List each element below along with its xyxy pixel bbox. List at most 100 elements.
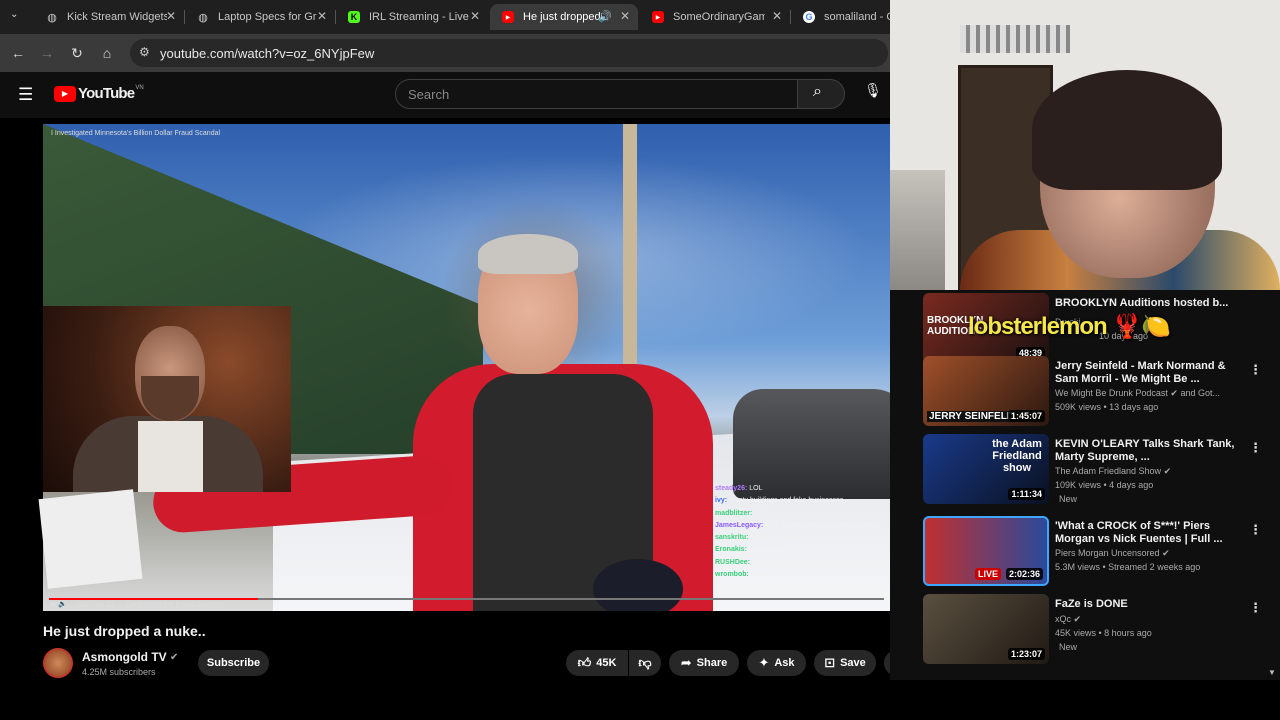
- microphone-icon[interactable]: 🎙: [863, 82, 883, 106]
- browser-tab-strip: ⌄ ◍ Kick Stream Widgets ✕ ◍ Laptop Specs…: [0, 0, 890, 34]
- youtube-wordmark: YouTube: [78, 85, 135, 102]
- video-thumbnail[interactable]: JERRY SEINFELD 1:45:07: [923, 356, 1049, 426]
- chat-text: empty buildings and fake businesses: [729, 497, 844, 505]
- shelf: [890, 170, 945, 290]
- browser-toolbar: ← → ↻ ⌂ ⚙ youtube.com/watch?v=oz_6NYjpFe…: [0, 34, 890, 72]
- new-badge: New: [1059, 642, 1078, 652]
- live-badge: LIVE: [975, 568, 1002, 580]
- chat-username[interactable]: Eronakis:: [715, 546, 749, 553]
- thumbnail-text: JERRY SEINFELD: [927, 411, 1017, 422]
- channel-name: We Might Be Drunk Podcast ✔ and Got...: [1055, 388, 1220, 398]
- tab-close-icon[interactable]: ✕: [620, 9, 630, 23]
- chat-username[interactable]: madblitzer:: [715, 510, 754, 517]
- ask-button[interactable]: ✦ Ask: [747, 650, 806, 676]
- tab-close-icon[interactable]: ✕: [317, 9, 327, 23]
- chat-username[interactable]: JamesLegacy:: [715, 522, 765, 529]
- chat-username[interactable]: ivy:: [715, 497, 729, 504]
- youtube-icon: ▶: [652, 11, 664, 23]
- video-meta: 45K views • 8 hours ago: [1055, 628, 1152, 638]
- tab-title: He just dropped: [523, 11, 601, 23]
- video-thumbnail[interactable]: the Adam Friedland show 1:11:34: [923, 434, 1049, 504]
- share-button[interactable]: ➦ Share: [669, 650, 739, 676]
- chat-username[interactable]: wrombob:: [715, 571, 751, 578]
- video-embedded-title: I Investigated Minnesota's Billion Dolla…: [51, 130, 221, 137]
- video-meta: 509K views • 13 days ago: [1055, 402, 1159, 412]
- recommended-video[interactable]: LIVE 2:02:36 'What a CROCK of S***!' Pie…: [923, 516, 1263, 586]
- stream-chat: steady26: LOL ivy: empty buildings and fa…: [715, 483, 905, 581]
- tab-title: Kick Stream Widgets: [67, 11, 167, 23]
- search-placeholder: Search: [408, 87, 450, 102]
- home-icon[interactable]: ⌂: [96, 42, 118, 64]
- reload-icon[interactable]: ↻: [66, 42, 88, 64]
- tab-close-icon[interactable]: ✕: [772, 9, 782, 23]
- streamer-webcam: [43, 306, 291, 492]
- video-meta: 5.3M views • Streamed 2 weeks ago: [1055, 562, 1201, 572]
- audio-playing-icon[interactable]: 🔊: [598, 10, 612, 23]
- video-controls[interactable]: ▶ 🔈 0:22 / 43:13 Confronting the Fraud S…: [51, 600, 225, 608]
- video-thumbnail[interactable]: 1:23:07: [923, 594, 1049, 664]
- hamburger-menu-icon[interactable]: ☰: [18, 85, 33, 105]
- more-vertical-icon[interactable]: ⋮: [1249, 522, 1262, 538]
- site-info-icon[interactable]: ⚙: [139, 45, 150, 59]
- video-chapter: Confronting the Fraud Suspects: [125, 601, 225, 608]
- chat-username[interactable]: sanskritu:: [715, 534, 750, 541]
- address-bar[interactable]: ⚙ youtube.com/watch?v=oz_6NYjpFew: [130, 39, 888, 67]
- video-title: KEVIN O'LEARY Talks Shark Tank, Marty Su…: [1055, 438, 1235, 463]
- ask-label: Ask: [774, 657, 795, 669]
- browser-tab[interactable]: G somaliland - Go: [791, 4, 890, 30]
- browser-tab[interactable]: K IRL Streaming - Live ✕: [336, 4, 488, 30]
- volume-icon[interactable]: 🔈: [58, 601, 67, 608]
- like-count: 45K: [596, 657, 617, 669]
- chat-username[interactable]: steady26:: [715, 485, 749, 492]
- play-icon[interactable]: ▶: [51, 601, 56, 608]
- paper-document: [38, 489, 143, 589]
- verified-icon: ✔: [1170, 388, 1178, 398]
- browser-tab[interactable]: ◍ Kick Stream Widgets ✕: [34, 4, 184, 30]
- video-title: He just dropped a nuke..: [43, 623, 206, 639]
- recommended-video[interactable]: 1:23:07 FaZe is DONE xQc ✔ 45K views • 8…: [923, 594, 1263, 664]
- more-vertical-icon[interactable]: ⋮: [1249, 362, 1262, 378]
- search-input[interactable]: Search: [395, 79, 798, 109]
- back-arrow-icon[interactable]: ←: [7, 42, 29, 64]
- tab-close-icon[interactable]: ✕: [470, 9, 480, 23]
- chat-username[interactable]: RUSHDee:: [715, 559, 752, 566]
- browser-tab[interactable]: ◍ Laptop Specs for Gr ✕: [185, 4, 335, 30]
- video-meta: 109K views • 4 days ago: [1055, 480, 1154, 490]
- like-button[interactable]: 👍︎ 45K: [566, 650, 628, 676]
- channel-name: The Adam Friedland Show ✔: [1055, 466, 1172, 476]
- new-badge: New: [1059, 494, 1078, 504]
- channel-name: xQc ✔: [1055, 614, 1082, 624]
- recommended-video[interactable]: JERRY SEINFELD 1:45:07 Jerry Seinfeld - …: [923, 356, 1263, 426]
- browser-tab[interactable]: ▶ SomeOrdinaryGame ✕: [640, 4, 790, 30]
- chat-message: wrombob: om: [715, 569, 905, 581]
- more-vertical-icon[interactable]: ⋮: [1249, 600, 1262, 616]
- bookmark-icon: ⊡: [824, 655, 836, 670]
- save-button[interactable]: ⊡ Save: [814, 650, 876, 676]
- dislike-button[interactable]: 👎︎: [629, 650, 661, 676]
- tab-title: IRL Streaming - Live: [369, 11, 469, 23]
- tab-search-chevron-icon[interactable]: ⌄: [10, 9, 18, 20]
- channel-avatar[interactable]: [43, 648, 73, 678]
- thumbnail-text: the Adam Friedland show: [992, 438, 1042, 474]
- search-button[interactable]: ⌕: [797, 79, 845, 109]
- tab-close-icon[interactable]: ✕: [166, 9, 176, 23]
- verified-icon: ✔: [1162, 548, 1170, 558]
- scroll-down-arrow-icon[interactable]: ▼: [1268, 668, 1276, 677]
- recommended-video[interactable]: the Adam Friedland show 1:11:34 KEVIN O'…: [923, 434, 1263, 504]
- youtube-logo[interactable]: ▶ YouTube VN: [54, 85, 144, 102]
- chat-text: LOL: [749, 485, 763, 492]
- subscribe-button[interactable]: Subscribe: [198, 650, 269, 676]
- more-vertical-icon[interactable]: ⋮: [1249, 440, 1262, 456]
- chat-message: madblitzer: sus: [715, 508, 905, 520]
- video-title: BROOKLYN Auditions hosted b...: [1055, 297, 1229, 309]
- subscriber-count: 4.25M subscribers: [82, 667, 156, 677]
- video-thumbnail[interactable]: LIVE 2:02:36: [923, 516, 1049, 586]
- verified-icon: ✔: [170, 652, 179, 663]
- region-code: VN: [135, 84, 144, 91]
- youtube-icon: ▶: [502, 11, 514, 23]
- channel-name[interactable]: Asmongold TV: [82, 650, 167, 664]
- forward-arrow-icon[interactable]: →: [36, 42, 58, 64]
- interviewee: [151, 234, 713, 611]
- browser-tab-active[interactable]: ▶ He just dropped 🔊 ✕: [490, 4, 638, 30]
- chat-message: steady26: LOL: [715, 483, 905, 495]
